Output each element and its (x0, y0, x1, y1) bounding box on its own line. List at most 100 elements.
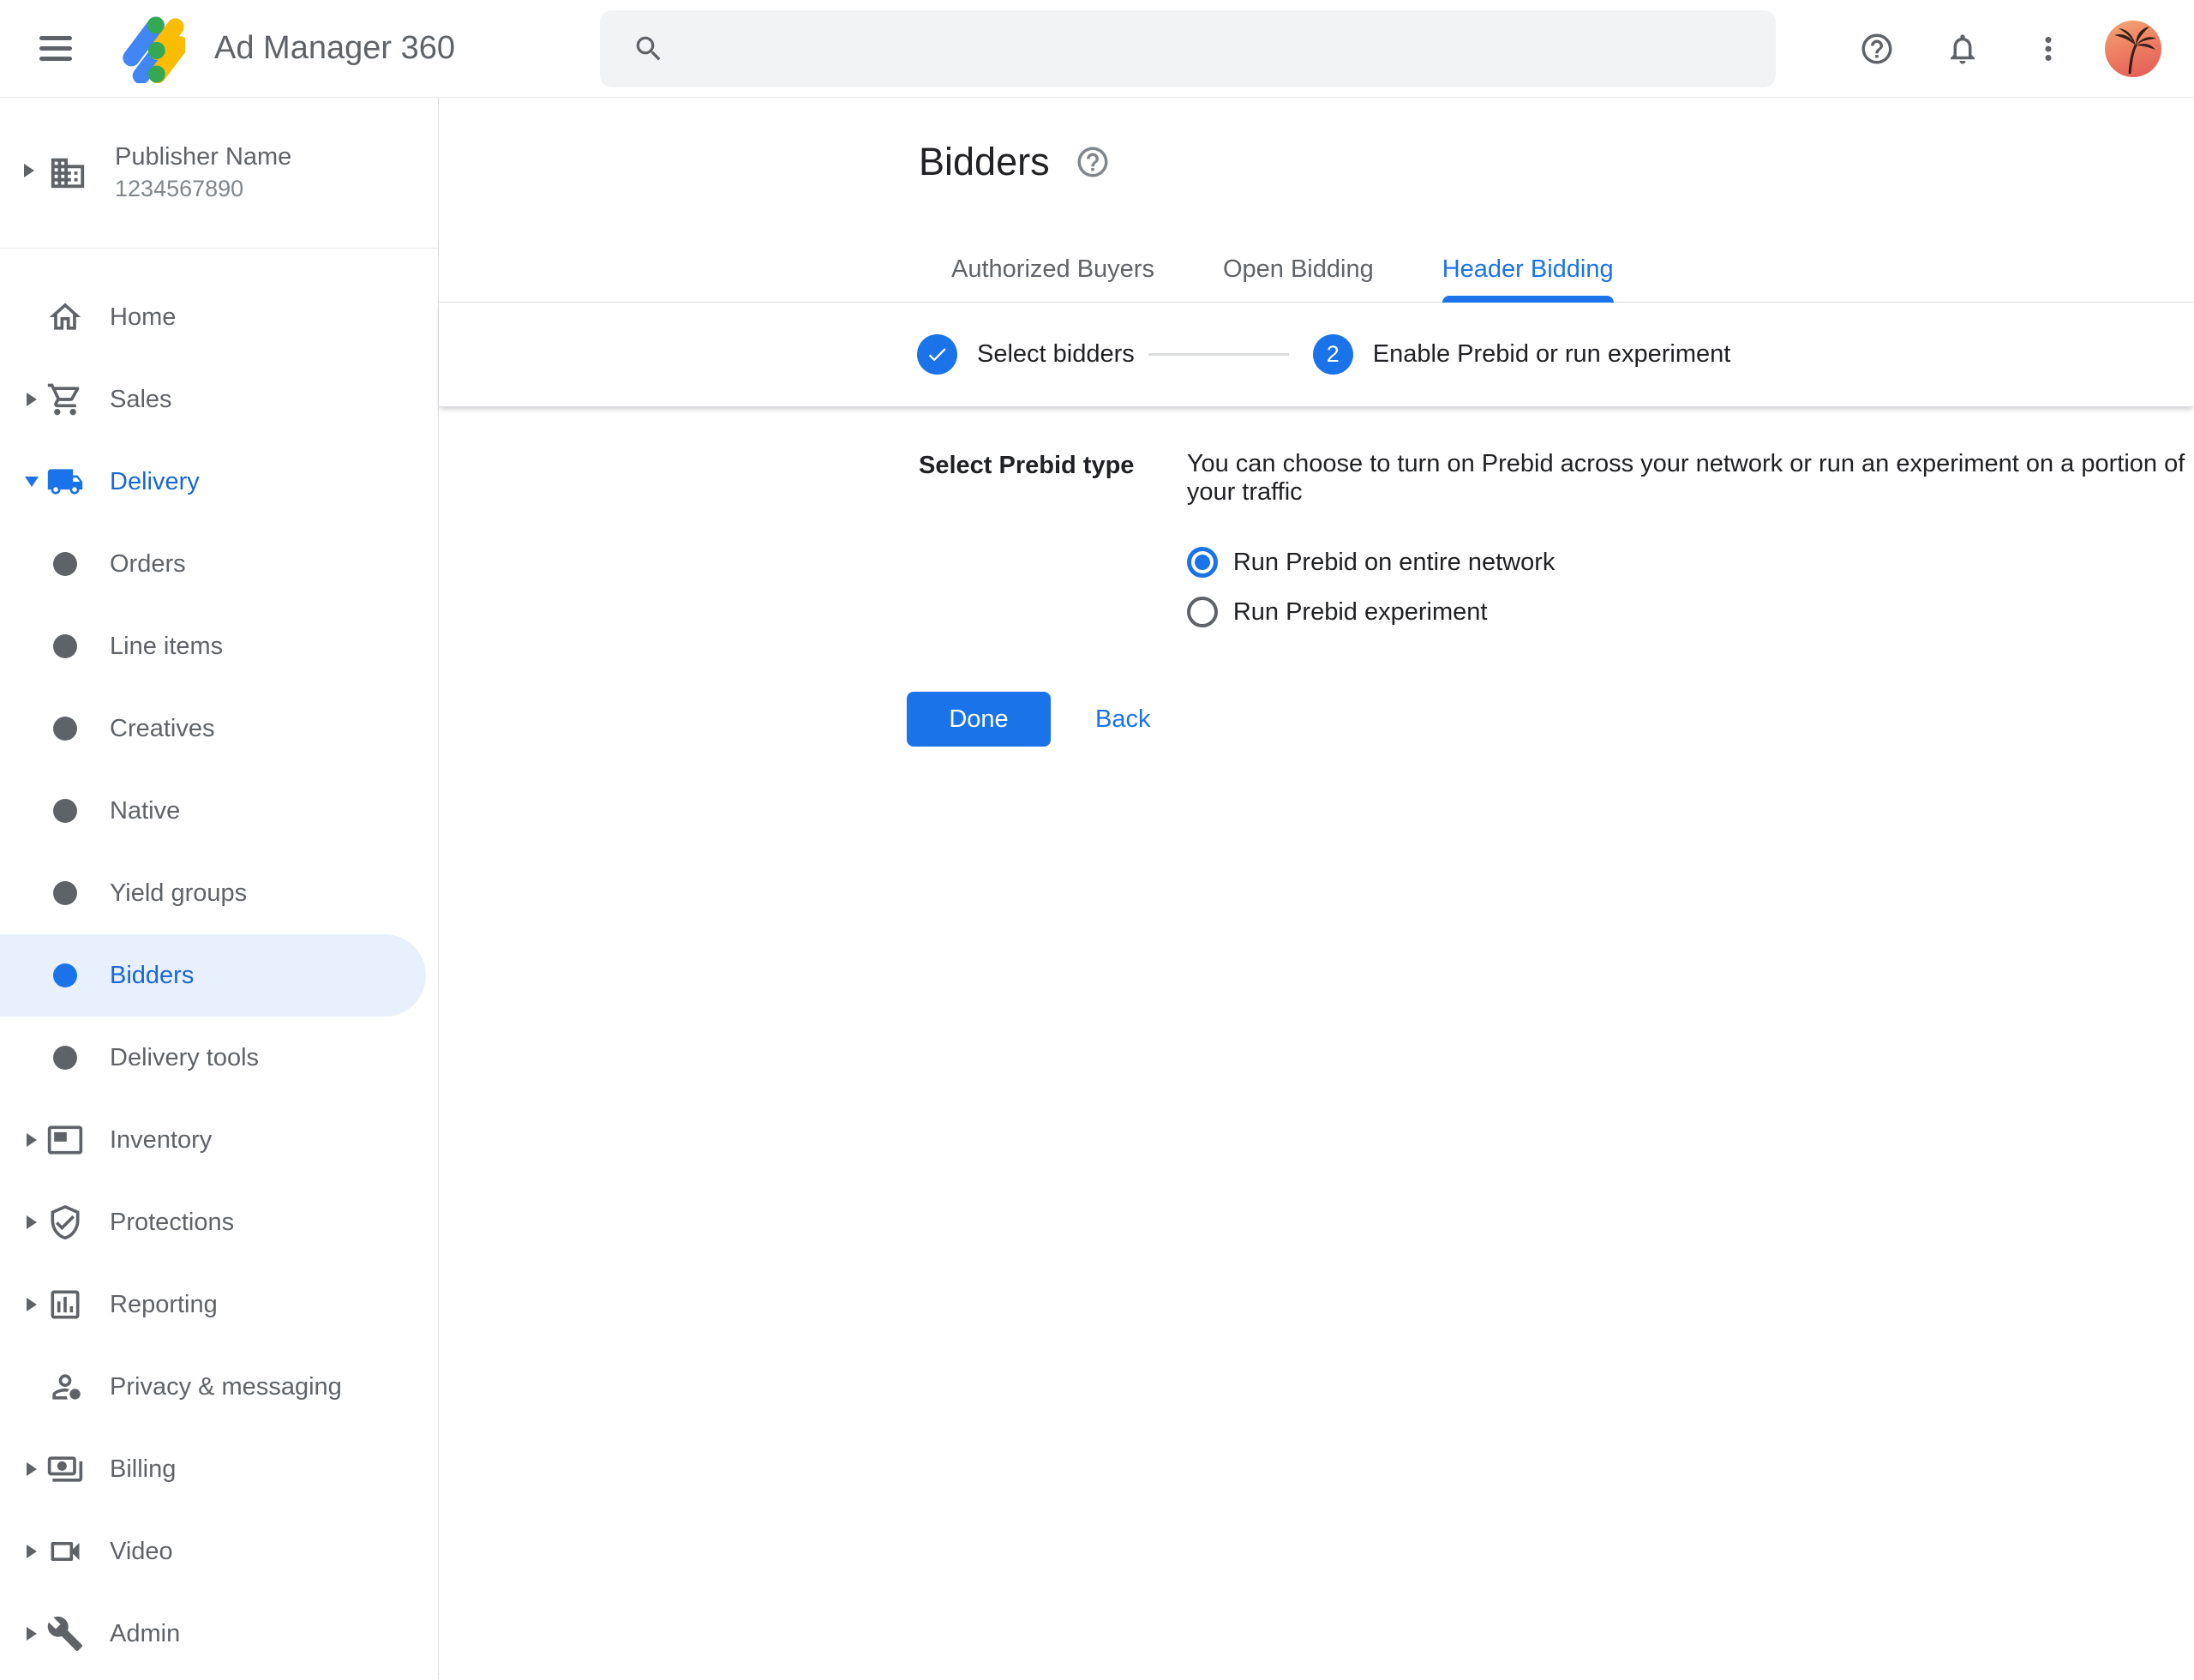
sidebar-item-yield-groups[interactable]: Yield groups (0, 852, 438, 934)
sidebar-item-reporting[interactable]: Reporting (0, 1263, 438, 1346)
radio-option-run-prebid-on-entire-network[interactable]: Run Prebid on entire network (1187, 537, 2194, 587)
user-avatar[interactable] (2105, 21, 2161, 77)
back-link[interactable]: Back (1095, 705, 1150, 734)
sidebar-item-label: Sales (110, 386, 172, 414)
step-connector (1148, 353, 1289, 356)
bullet-icon (45, 881, 86, 905)
form-section-label: Select Prebid type (919, 450, 1187, 637)
home-icon (45, 298, 86, 336)
expand-right-icon[interactable] (19, 1215, 45, 1229)
sidebar-item-orders[interactable]: Orders (0, 523, 438, 605)
main-content: Bidders Authorized Buyers Open Bidding Hea… (439, 98, 2194, 1679)
sidebar-item-line-items[interactable]: Line items (0, 605, 438, 687)
sidebar-item-privacy-messaging[interactable]: Privacy & messaging (0, 1346, 438, 1428)
search-input[interactable] (687, 34, 1750, 63)
page-help-icon[interactable] (1074, 143, 1112, 181)
admin-icon (45, 1615, 86, 1653)
bullet-icon (45, 799, 86, 823)
privacy-icon (45, 1368, 86, 1406)
bullet-icon (45, 717, 86, 741)
tab-bar: Authorized Buyers Open Bidding Header Bidd… (439, 237, 2194, 303)
sidebar: Publisher Name 1234567890 Home Sales Del… (0, 98, 439, 1679)
shield-icon (45, 1203, 86, 1241)
form-description: You can choose to turn on Prebid across … (1187, 450, 2194, 507)
ad-manager-logo (120, 15, 185, 83)
expand-right-icon[interactable] (19, 1545, 45, 1558)
sidebar-item-label: Video (110, 1538, 173, 1566)
sidebar-item-label: Delivery tools (110, 1044, 259, 1072)
radio-option-run-prebid-experiment[interactable]: Run Prebid experiment (1187, 587, 2194, 637)
sidebar-item-native[interactable]: Native (0, 770, 438, 852)
sidebar-item-protections[interactable]: Protections (0, 1181, 438, 1263)
publisher-name: Publisher Name (115, 143, 291, 171)
sidebar-item-delivery[interactable]: Delivery (0, 441, 438, 523)
billing-icon (45, 1450, 86, 1488)
more-vert-icon[interactable] (2029, 30, 2067, 68)
collapse-down-icon[interactable] (19, 477, 45, 487)
notifications-bell-icon[interactable] (1944, 30, 1981, 68)
prebid-type-radio-group: Run Prebid on entire network Run Prebid … (1187, 537, 2194, 637)
inventory-icon (45, 1121, 86, 1159)
top-app-bar: Ad Manager 360 (0, 0, 2194, 98)
tab-label: Authorized Buyers (951, 255, 1154, 284)
sidebar-item-admin[interactable]: Admin (0, 1593, 438, 1675)
search-bar[interactable] (600, 10, 1776, 87)
bullet-icon (45, 552, 86, 576)
tab-authorized-buyers[interactable]: Authorized Buyers (917, 237, 1189, 302)
step-select-bidders: Select bidders (917, 334, 1135, 375)
sidebar-item-label: Native (110, 797, 180, 825)
bullet-icon (45, 634, 86, 658)
sidebar-item-label: Admin (110, 1620, 180, 1648)
publisher-selector[interactable]: Publisher Name 1234567890 (0, 98, 438, 249)
radio-option-label: Run Prebid experiment (1233, 598, 1488, 627)
done-button[interactable]: Done (907, 692, 1051, 747)
search-icon (632, 33, 665, 65)
tab-header-bidding[interactable]: Header Bidding (1408, 237, 1648, 302)
app-title: Ad Manager 360 (214, 30, 455, 67)
sidebar-item-creatives[interactable]: Creatives (0, 687, 438, 770)
expand-right-icon[interactable] (19, 1462, 45, 1476)
sidebar-nav: Home Sales Delivery Orders Line items Cr… (0, 249, 438, 1675)
sidebar-item-label: Line items (110, 633, 223, 661)
video-icon (45, 1533, 86, 1570)
step-label: Select bidders (977, 340, 1135, 369)
radio-selected-icon[interactable] (1187, 547, 1218, 578)
tab-label: Open Bidding (1223, 255, 1374, 284)
hamburger-menu-icon[interactable] (39, 30, 74, 67)
bullet-icon (45, 1046, 86, 1070)
sidebar-item-label: Protections (110, 1209, 234, 1237)
sidebar-item-label: Orders (110, 550, 186, 579)
sidebar-item-label: Yield groups (110, 879, 247, 908)
step-enable-prebid-or-run-experiment: 2 Enable Prebid or run experiment (1313, 334, 1731, 375)
sidebar-item-bidders[interactable]: Bidders (0, 934, 438, 1017)
expand-right-icon[interactable] (19, 393, 45, 406)
sidebar-item-label: Billing (110, 1455, 176, 1484)
sidebar-item-label: Privacy & messaging (110, 1373, 342, 1401)
sidebar-item-billing[interactable]: Billing (0, 1428, 438, 1510)
radio-unselected-icon[interactable] (1187, 597, 1218, 627)
truck-icon (45, 463, 86, 501)
sidebar-item-delivery-tools[interactable]: Delivery tools (0, 1017, 438, 1099)
expand-right-icon[interactable] (19, 1133, 45, 1147)
report-icon (45, 1286, 86, 1323)
sidebar-item-inventory[interactable]: Inventory (0, 1099, 438, 1181)
tab-label: Header Bidding (1442, 255, 1614, 284)
publisher-expand-icon[interactable] (24, 164, 34, 182)
radio-option-label: Run Prebid on entire network (1233, 549, 1556, 577)
topbar-actions (1858, 0, 2161, 98)
sidebar-item-label: Creatives (110, 715, 215, 743)
sidebar-item-sales[interactable]: Sales (0, 358, 438, 441)
building-icon (48, 153, 87, 193)
sidebar-item-video[interactable]: Video (0, 1510, 438, 1593)
page-title: Bidders (919, 139, 1050, 185)
publisher-id: 1234567890 (115, 176, 291, 202)
help-icon[interactable] (1858, 30, 1896, 68)
expand-right-icon[interactable] (19, 1298, 45, 1311)
expand-right-icon[interactable] (19, 1627, 45, 1641)
tab-open-bidding[interactable]: Open Bidding (1189, 237, 1408, 302)
step-check-icon[interactable] (917, 334, 957, 375)
sidebar-item-label: Home (110, 303, 176, 332)
step-number-badge: 2 (1313, 334, 1353, 375)
stepper: Select bidders 2 Enable Prebid or run ex… (439, 303, 2194, 407)
sidebar-item-home[interactable]: Home (0, 276, 438, 358)
